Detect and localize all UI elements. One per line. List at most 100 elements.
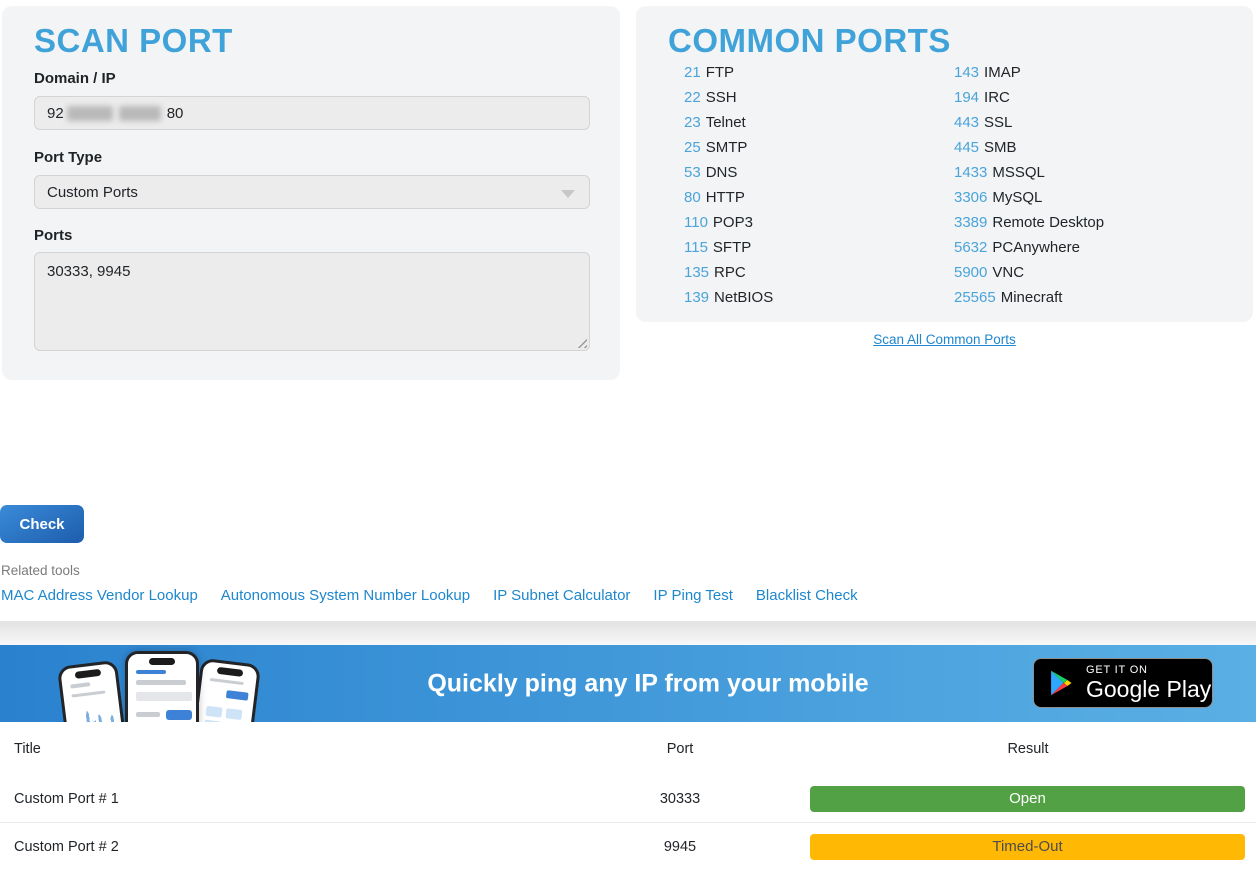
domain-ip-suffix: 80: [167, 105, 184, 122]
scan-port-panel: SCAN PORT Domain / IP 9280 Port Type Cus…: [2, 6, 620, 380]
port-name-label: HTTP: [706, 189, 745, 206]
port-type-selected-value: Custom Ports: [47, 184, 138, 201]
port-name-label: SSH: [706, 89, 737, 106]
common-port-item: 115 SFTP: [684, 239, 954, 264]
scan-all-common-ports-link[interactable]: Scan All Common Ports: [873, 332, 1016, 347]
domain-ip-prefix: 92: [47, 105, 64, 122]
masked-ip-segment: [67, 106, 113, 121]
ports-textarea[interactable]: 30333, 9945: [34, 252, 590, 351]
google-play-line1: GET IT ON: [1086, 665, 1211, 677]
port-number-link[interactable]: 21: [684, 64, 701, 81]
port-name-label: Remote Desktop: [992, 214, 1104, 231]
mobile-app-banner: Quickly ping any IP from your mobile GET…: [0, 645, 1256, 722]
common-ports-column-left: 21 FTP 22 SSH 23 Telnet 25 SMTP 53 DNS 80 HTTP 110 PO…: [684, 64, 954, 314]
port-number-link[interactable]: 139: [684, 289, 709, 306]
google-play-text: GET IT ON Google Play: [1086, 665, 1211, 702]
related-tool-link[interactable]: Blacklist Check: [756, 587, 858, 604]
page-title: SCAN PORT: [34, 22, 233, 60]
common-port-item: 3306MySQL: [954, 189, 1104, 214]
related-tool-link[interactable]: MAC Address Vendor Lookup: [1, 587, 198, 604]
common-port-item: 139 NetBIOS: [684, 289, 954, 314]
port-name-label: MSSQL: [992, 164, 1045, 181]
phone-mockup: [125, 651, 199, 722]
common-ports-panel: COMMON PORTS 21FTP22SSH23Telnet25SMTP53D…: [636, 6, 1253, 322]
port-number-link[interactable]: 135: [684, 264, 709, 281]
port-number-link[interactable]: 5632: [954, 239, 987, 256]
port-name-label: Telnet: [706, 114, 746, 131]
port-type-select[interactable]: Custom Ports: [34, 175, 590, 209]
common-port-item: 5900 VNC: [954, 264, 1104, 289]
results-header-row: Title Port Result: [0, 722, 1256, 775]
result-badge: Open: [810, 786, 1245, 812]
common-port-item: 143 IMAP: [954, 64, 1104, 89]
port-number-link[interactable]: 80: [684, 189, 701, 206]
chevron-down-icon: [561, 190, 575, 198]
port-name-label: IRC: [984, 89, 1010, 106]
port-name-label: SSL: [984, 114, 1012, 131]
port-number-link[interactable]: 25: [684, 139, 701, 156]
port-name-label: SFTP: [713, 239, 751, 256]
port-name-label: PCAnywhere: [992, 239, 1080, 256]
port-number-link[interactable]: 22: [684, 89, 701, 106]
port-name-label: SMB: [984, 139, 1017, 156]
google-play-line2: Google Play: [1086, 677, 1211, 701]
port-number-link[interactable]: 3389: [954, 214, 987, 231]
port-number-link[interactable]: 23: [684, 114, 701, 131]
port-number-link[interactable]: 25565: [954, 289, 996, 306]
table-row: Custom Port # 29945Timed-Out: [0, 823, 1256, 870]
scan-all-wrapper: Scan All Common Ports: [636, 331, 1253, 349]
common-port-item: 194 IRC: [954, 89, 1104, 114]
common-port-item: 3389 Remote Desktop: [954, 214, 1104, 239]
related-tool-link[interactable]: Autonomous System Number Lookup: [221, 587, 470, 604]
port-name-label: POP3: [713, 214, 753, 231]
common-port-item: 110 POP3: [684, 214, 954, 239]
common-port-item: 25 SMTP: [684, 139, 954, 164]
port-name-label: IMAP: [984, 64, 1021, 81]
port-name-label: VNC: [992, 264, 1024, 281]
common-port-item: 80 HTTP: [684, 189, 954, 214]
google-play-badge[interactable]: GET IT ON Google Play: [1033, 658, 1213, 708]
common-port-item: 22 SSH: [684, 89, 954, 114]
port-number-link[interactable]: 445: [954, 139, 979, 156]
common-port-item: 135RPC: [684, 264, 954, 289]
section-divider: [0, 621, 1256, 645]
port-number-link[interactable]: 194: [954, 89, 979, 106]
domain-ip-input[interactable]: 92 80: [34, 96, 590, 130]
phone-mockups-image: [64, 649, 254, 722]
port-name-label: Minecraft: [1001, 289, 1063, 306]
port-number-link[interactable]: 443: [954, 114, 979, 131]
port-number-link[interactable]: 53: [684, 164, 701, 181]
port-number-link[interactable]: 3306: [954, 189, 987, 206]
port-number-link[interactable]: 143: [954, 64, 979, 81]
result-badge: Timed-Out: [810, 834, 1245, 860]
port-name-label: DNS: [706, 164, 738, 181]
common-port-item: 5632 PCAnywhere: [954, 239, 1104, 264]
port-number-link[interactable]: 5900: [954, 264, 987, 281]
google-play-icon: [1047, 668, 1075, 698]
results-rows: Custom Port # 130333OpenCustom Port # 29…: [0, 775, 1256, 870]
scan-results-table: Title Port Result Custom Port # 130333 Op…: [0, 722, 1256, 870]
common-ports-list: 21 FTP 22 SSH 23 Telnet 25 SMTP 53 DNS 80 HTTP 110 PO…: [684, 64, 1233, 314]
result-row-title: Custom Port # 1: [0, 791, 560, 807]
common-port-item: 445 SMB: [954, 139, 1104, 164]
result-row-port: 30333: [560, 791, 800, 807]
related-tool-link[interactable]: IP Ping Test: [653, 587, 733, 604]
header-result: Result: [800, 741, 1256, 757]
header-port: Port: [560, 741, 800, 757]
port-number-link[interactable]: 1433: [954, 164, 987, 181]
port-name-label: SMTP: [706, 139, 748, 156]
port-name-label: FTP: [706, 64, 734, 81]
related-tool-link[interactable]: IP Subnet Calculator: [493, 587, 630, 604]
related-tools-label: Related tools: [1, 563, 80, 578]
port-number-link[interactable]: 110: [684, 214, 708, 231]
result-row-port: 9945: [560, 839, 800, 855]
related-tools-links: MAC Address Vendor Lookup Autonomous Syst…: [1, 587, 858, 604]
scan-port-page: SCAN PORT Domain / IP 9280 Port Type Cus…: [0, 0, 1256, 875]
domain-ip-label: Domain / IP: [34, 70, 116, 87]
port-name-label: NetBIOS: [714, 289, 773, 306]
header-title: Title: [0, 741, 560, 757]
banner-title: Quickly ping any IP from your mobile: [260, 669, 1036, 698]
ports-label: Ports: [34, 227, 72, 244]
check-button[interactable]: Check: [0, 505, 84, 543]
port-number-link[interactable]: 115: [684, 239, 708, 256]
